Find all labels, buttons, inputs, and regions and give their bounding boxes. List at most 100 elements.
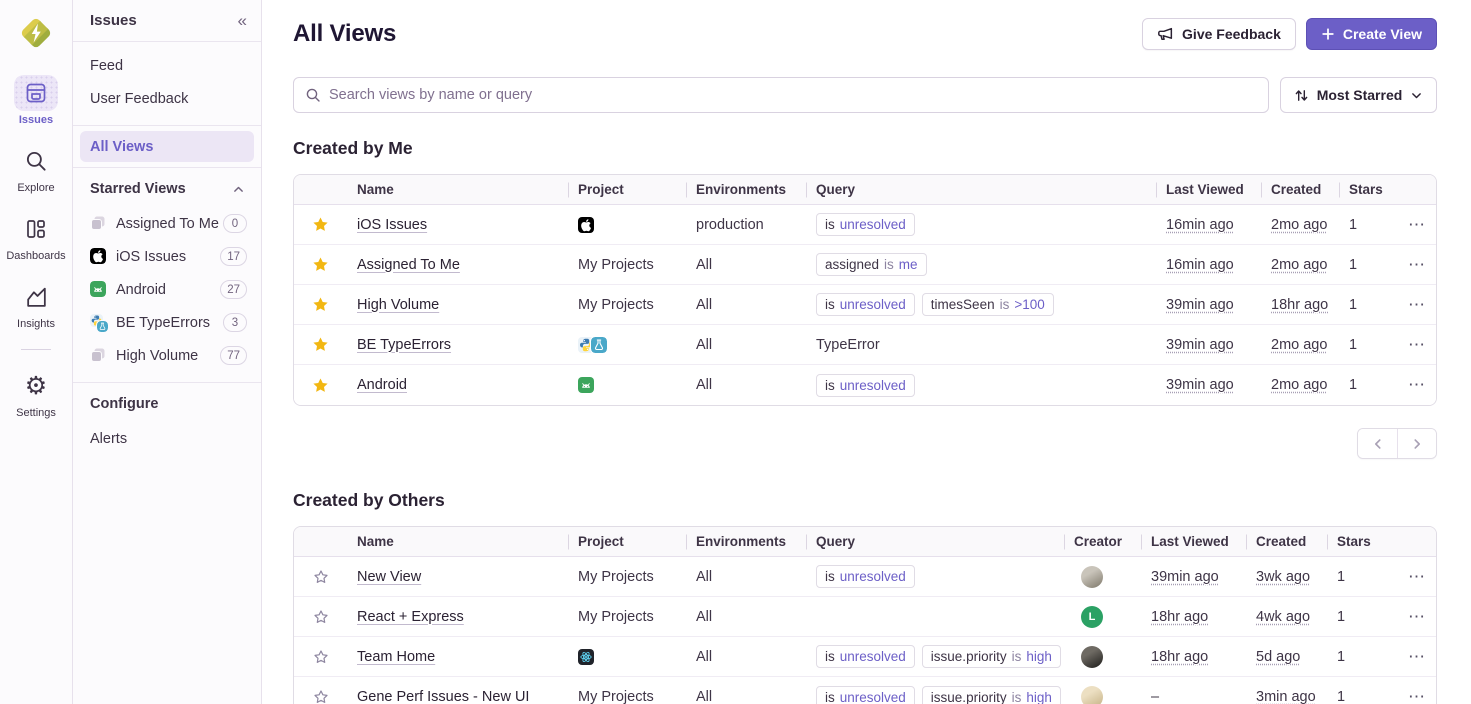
android-project-icon xyxy=(90,281,108,299)
row-actions-button[interactable]: ⋯ xyxy=(1402,216,1432,234)
star-button[interactable] xyxy=(311,607,331,627)
sidebar-item-user-feedback[interactable]: User Feedback xyxy=(73,82,261,115)
table-row[interactable]: Gene Perf Issues - New UIMy ProjectsAlli… xyxy=(294,677,1436,704)
apple-project-icon xyxy=(578,217,594,233)
unstar-button[interactable] xyxy=(310,254,331,275)
row-actions-button[interactable]: ⋯ xyxy=(1402,376,1432,394)
prev-page-button[interactable] xyxy=(1358,429,1397,458)
last-viewed-cell: 16min ago xyxy=(1156,257,1261,273)
created-value: 5d ago xyxy=(1256,649,1300,665)
sidebar-item-all-views[interactable]: All Views xyxy=(80,131,254,162)
view-name-link[interactable]: High Volume xyxy=(357,297,439,313)
sidebar-view-android[interactable]: Android 27 xyxy=(73,273,261,306)
sort-label: Most Starred xyxy=(1317,87,1403,103)
table-row[interactable]: Team HomeAllisunresolvedissue.priorityis… xyxy=(294,637,1436,677)
table-row[interactable]: High VolumeMy ProjectsAllisunresolvedtim… xyxy=(294,285,1436,325)
item-label: Feed xyxy=(90,58,123,74)
unstar-button[interactable] xyxy=(310,334,331,355)
last-viewed-cell: 18hr ago xyxy=(1141,649,1246,665)
view-name-link[interactable]: BE TypeErrors xyxy=(357,337,451,353)
row-actions-button[interactable]: ⋯ xyxy=(1402,296,1432,314)
sidebar-title: Issues xyxy=(90,12,137,29)
row-actions-button[interactable]: ⋯ xyxy=(1402,256,1432,274)
divider xyxy=(73,167,261,168)
issue-count-badge: 0 xyxy=(223,214,247,233)
view-name-link[interactable]: React + Express xyxy=(357,609,464,625)
starred-views-heading[interactable]: Starred Views xyxy=(73,171,261,207)
name-cell: New View xyxy=(347,569,568,585)
view-name-link[interactable]: Android xyxy=(357,377,407,393)
table-row[interactable]: New ViewMy ProjectsAllisunresolved39min … xyxy=(294,557,1436,597)
query-cell: isunresolved xyxy=(806,565,1064,588)
sidebar-item-feed[interactable]: Feed xyxy=(73,49,261,82)
nav-item-issues[interactable]: Issues xyxy=(14,75,58,126)
sort-dropdown-button[interactable]: Most Starred xyxy=(1280,77,1437,113)
item-label: User Feedback xyxy=(90,91,188,107)
sidebar-item-alerts[interactable]: Alerts xyxy=(73,422,261,455)
nav-item-insights[interactable]: Insights xyxy=(14,279,58,330)
star-button[interactable] xyxy=(311,687,331,704)
star-cell xyxy=(294,334,347,355)
next-page-button[interactable] xyxy=(1397,429,1436,458)
give-feedback-button[interactable]: Give Feedback xyxy=(1142,18,1296,50)
star-cell xyxy=(294,375,347,396)
nav-item-explore[interactable]: Explore xyxy=(14,143,58,194)
query-chip: assignedisme xyxy=(816,253,927,276)
star-cell xyxy=(294,607,347,627)
view-name-link[interactable]: Team Home xyxy=(357,649,435,665)
query-chip: isunresolved xyxy=(816,686,915,704)
sidebar-view-ios-issues[interactable]: iOS Issues 17 xyxy=(73,240,261,273)
project-cell xyxy=(568,217,686,233)
creator-avatar xyxy=(1081,686,1103,704)
row-actions-button[interactable]: ⋯ xyxy=(1402,336,1432,354)
page-title: All Views xyxy=(293,20,396,48)
query-token: is xyxy=(825,297,835,312)
project-default-icon xyxy=(90,215,108,233)
sidebar-view-be-typeerrors[interactable]: BE TypeErrors 3 xyxy=(73,306,261,339)
row-actions-button[interactable]: ⋯ xyxy=(1402,608,1432,626)
chevron-up-icon xyxy=(232,183,245,196)
table-row[interactable]: BE TypeErrorsAllTypeError39min ago2mo ag… xyxy=(294,325,1436,365)
column-header-last-viewed: Last Viewed xyxy=(1141,534,1246,549)
search-input[interactable] xyxy=(329,87,1257,103)
column-header-environments: Environments xyxy=(686,534,806,549)
insights-icon xyxy=(14,279,58,315)
magnifier-icon xyxy=(14,143,58,179)
issue-count-badge: 77 xyxy=(220,346,247,365)
query-cell: isunresolvedissue.priorityishigh xyxy=(806,645,1064,668)
created-value: 2mo ago xyxy=(1271,217,1327,233)
created-value: 2mo ago xyxy=(1271,337,1327,353)
row-actions-button[interactable]: ⋯ xyxy=(1402,568,1432,586)
query-cell: isunresolved xyxy=(806,374,1156,397)
table-row[interactable]: Assigned To MeMy ProjectsAllassignedisme… xyxy=(294,245,1436,285)
view-name-link[interactable]: iOS Issues xyxy=(357,217,427,233)
view-name-link[interactable]: Assigned To Me xyxy=(357,257,460,273)
environments-cell: All xyxy=(686,609,806,625)
view-name-link[interactable]: New View xyxy=(357,569,421,585)
org-logo[interactable] xyxy=(16,13,56,53)
star-button[interactable] xyxy=(311,567,331,587)
star-button[interactable] xyxy=(311,647,331,667)
query-token: >100 xyxy=(1014,297,1044,312)
table-row[interactable]: React + ExpressMy ProjectsAllL18hr ago4w… xyxy=(294,597,1436,637)
sidebar-view-high-volume[interactable]: High Volume 77 xyxy=(73,339,261,372)
last-viewed-cell: 18hr ago xyxy=(1141,609,1246,625)
row-actions-button[interactable]: ⋯ xyxy=(1402,688,1432,704)
query-chip: issue.priorityishigh xyxy=(922,645,1061,668)
table-row[interactable]: AndroidAllisunresolved39min ago2mo ago1⋯ xyxy=(294,365,1436,405)
query-cell: TypeError xyxy=(806,337,1156,353)
table-row[interactable]: iOS Issuesproductionisunresolved16min ag… xyxy=(294,205,1436,245)
view-name-link[interactable]: Gene Perf Issues - New UI xyxy=(357,689,529,704)
unstar-button[interactable] xyxy=(310,214,331,235)
collapse-sidebar-button[interactable]: « xyxy=(238,11,247,31)
nav-item-dashboards[interactable]: Dashboards xyxy=(6,211,65,262)
create-view-button[interactable]: Create View xyxy=(1306,18,1437,50)
sidebar-view-assigned-to-me[interactable]: Assigned To Me 0 xyxy=(73,207,261,240)
nav-item-settings[interactable]: ⚙ Settings xyxy=(14,368,58,419)
section-heading-created-by-me: Created by Me xyxy=(293,138,1437,159)
main-content: All Views Give Feedback Create View xyxy=(262,0,1471,704)
row-actions-button[interactable]: ⋯ xyxy=(1402,648,1432,666)
search-box[interactable] xyxy=(293,77,1269,113)
unstar-button[interactable] xyxy=(310,294,331,315)
unstar-button[interactable] xyxy=(310,375,331,396)
